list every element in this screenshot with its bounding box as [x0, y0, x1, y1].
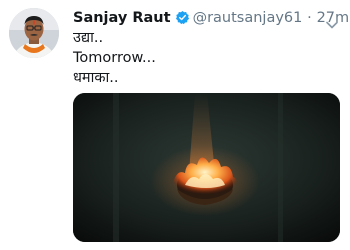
avatar[interactable] — [9, 8, 59, 58]
tweet-header: Sanjay Raut @rautsanjay61 · 27m — [73, 7, 349, 30]
tweet-line: Tomorrow... — [73, 50, 156, 66]
tweet-media-image[interactable] — [73, 93, 340, 242]
display-name[interactable]: Sanjay Raut — [73, 10, 171, 26]
chevron-down-icon[interactable] — [326, 14, 338, 33]
user-handle[interactable]: @rautsanjay61 — [193, 10, 303, 26]
tweet-line: उद्या.. — [73, 30, 104, 46]
tweet[interactable]: Sanjay Raut @rautsanjay61 · 27m उद्या.. T… — [0, 0, 350, 250]
tweet-text: उद्या.. Tomorrow... धमाका.. — [73, 28, 156, 88]
separator-dot: · — [307, 10, 312, 26]
verified-badge-icon — [175, 10, 190, 30]
tweet-line: धमाका.. — [73, 70, 119, 86]
